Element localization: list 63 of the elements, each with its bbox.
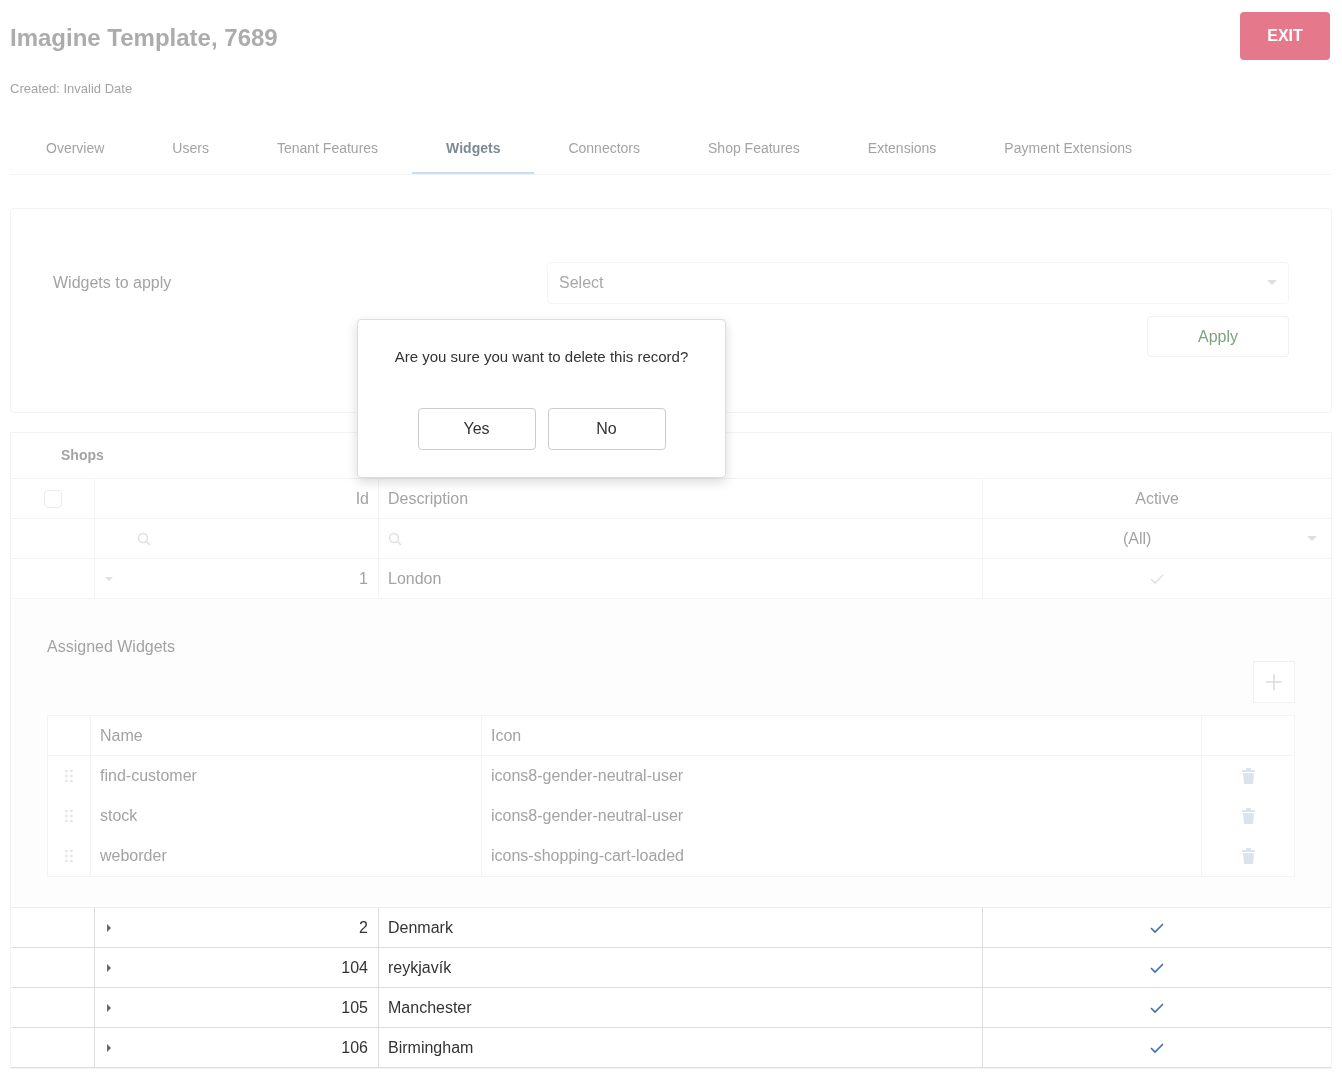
column-header: Icon [491,725,522,746]
shop-row[interactable]: 106 Birmingham [11,1028,1331,1068]
shop-row[interactable]: 1 London [11,559,1331,599]
name-cell-text: weborder [100,846,167,866]
id-cell-text: 106 [341,1037,368,1058]
description-cell-text: Manchester [388,997,472,1018]
search-icon [388,531,402,546]
id-cell-text: 104 [341,957,368,978]
column-header: Active [1135,488,1179,509]
name-cell-text: find-customer [100,766,197,786]
tab[interactable]: Shop Features [674,124,834,174]
trash-icon[interactable] [1241,808,1255,824]
trash-icon[interactable] [1241,768,1255,784]
drag-handle-icon[interactable] [65,809,73,823]
column-header: Name [100,725,143,746]
exit-button[interactable]: EXIT [1240,12,1330,60]
select-field[interactable]: Select [547,262,1289,304]
page-title: Imagine Template, 7689 [10,23,278,53]
description-cell-text: reykjavík [388,957,452,978]
shop-row[interactable]: 104 reykjavík [11,948,1331,988]
dialog-button[interactable]: Yes [417,407,536,450]
caret-right-icon[interactable] [105,1043,113,1052]
shop-row[interactable]: 105 Manchester [11,988,1331,1028]
id-cell-text: 1 [359,568,368,589]
tab[interactable]: Extensions [833,124,971,174]
icon-name-cell-text: icons-shopping-cart-loaded [491,846,684,866]
column-header: Description [388,488,469,509]
dialog-button[interactable]: No [547,407,666,450]
caret-right-icon[interactable] [105,923,113,932]
grid-title: Shops [61,446,104,465]
search-icon [137,531,151,546]
column-header: Id [355,488,369,509]
detail-title: Assigned Widgets [47,638,176,655]
description-cell-text: Birmingham [388,1037,474,1058]
caret-down-icon [1307,535,1317,542]
tab[interactable]: Connectors [534,124,674,174]
widgets-label: Widgets to apply [53,273,173,293]
drag-handle-icon[interactable] [65,849,73,863]
id-cell-text: 105 [341,997,368,1018]
name-cell-text: stock [100,806,138,826]
tab[interactable]: Tenant Features [242,124,413,174]
caret-right-icon[interactable] [105,963,113,972]
trash-icon[interactable] [1241,848,1255,864]
id-cell-text: 2 [359,917,368,938]
active-filter[interactable]: (All) [983,519,1331,558]
caret-right-icon[interactable] [105,1003,113,1012]
dialog-message: Are you sure you want to delete this record? [394,347,689,367]
tab[interactable]: Widgets [412,124,535,174]
icon-name-cell-text: icons8-gender-neutral-user [491,806,684,826]
tab[interactable]: Overview [12,124,139,174]
caret-down-icon[interactable] [105,574,113,583]
description-cell-text: Denmark [388,917,453,938]
description-cell-text: London [388,568,442,589]
shop-row[interactable]: 2 Denmark [11,908,1331,948]
plus-icon [1265,673,1283,691]
tab[interactable]: Users [138,124,243,174]
add-button[interactable] [1253,661,1295,703]
apply-button[interactable]: Apply [1147,316,1289,357]
drag-handle-icon[interactable] [65,769,73,783]
tab[interactable]: Payment Extensions [970,124,1166,174]
created-date: Created: Invalid Date [10,81,133,96]
caret-down-icon [1267,280,1277,286]
icon-name-cell-text: icons8-gender-neutral-user [491,766,684,786]
